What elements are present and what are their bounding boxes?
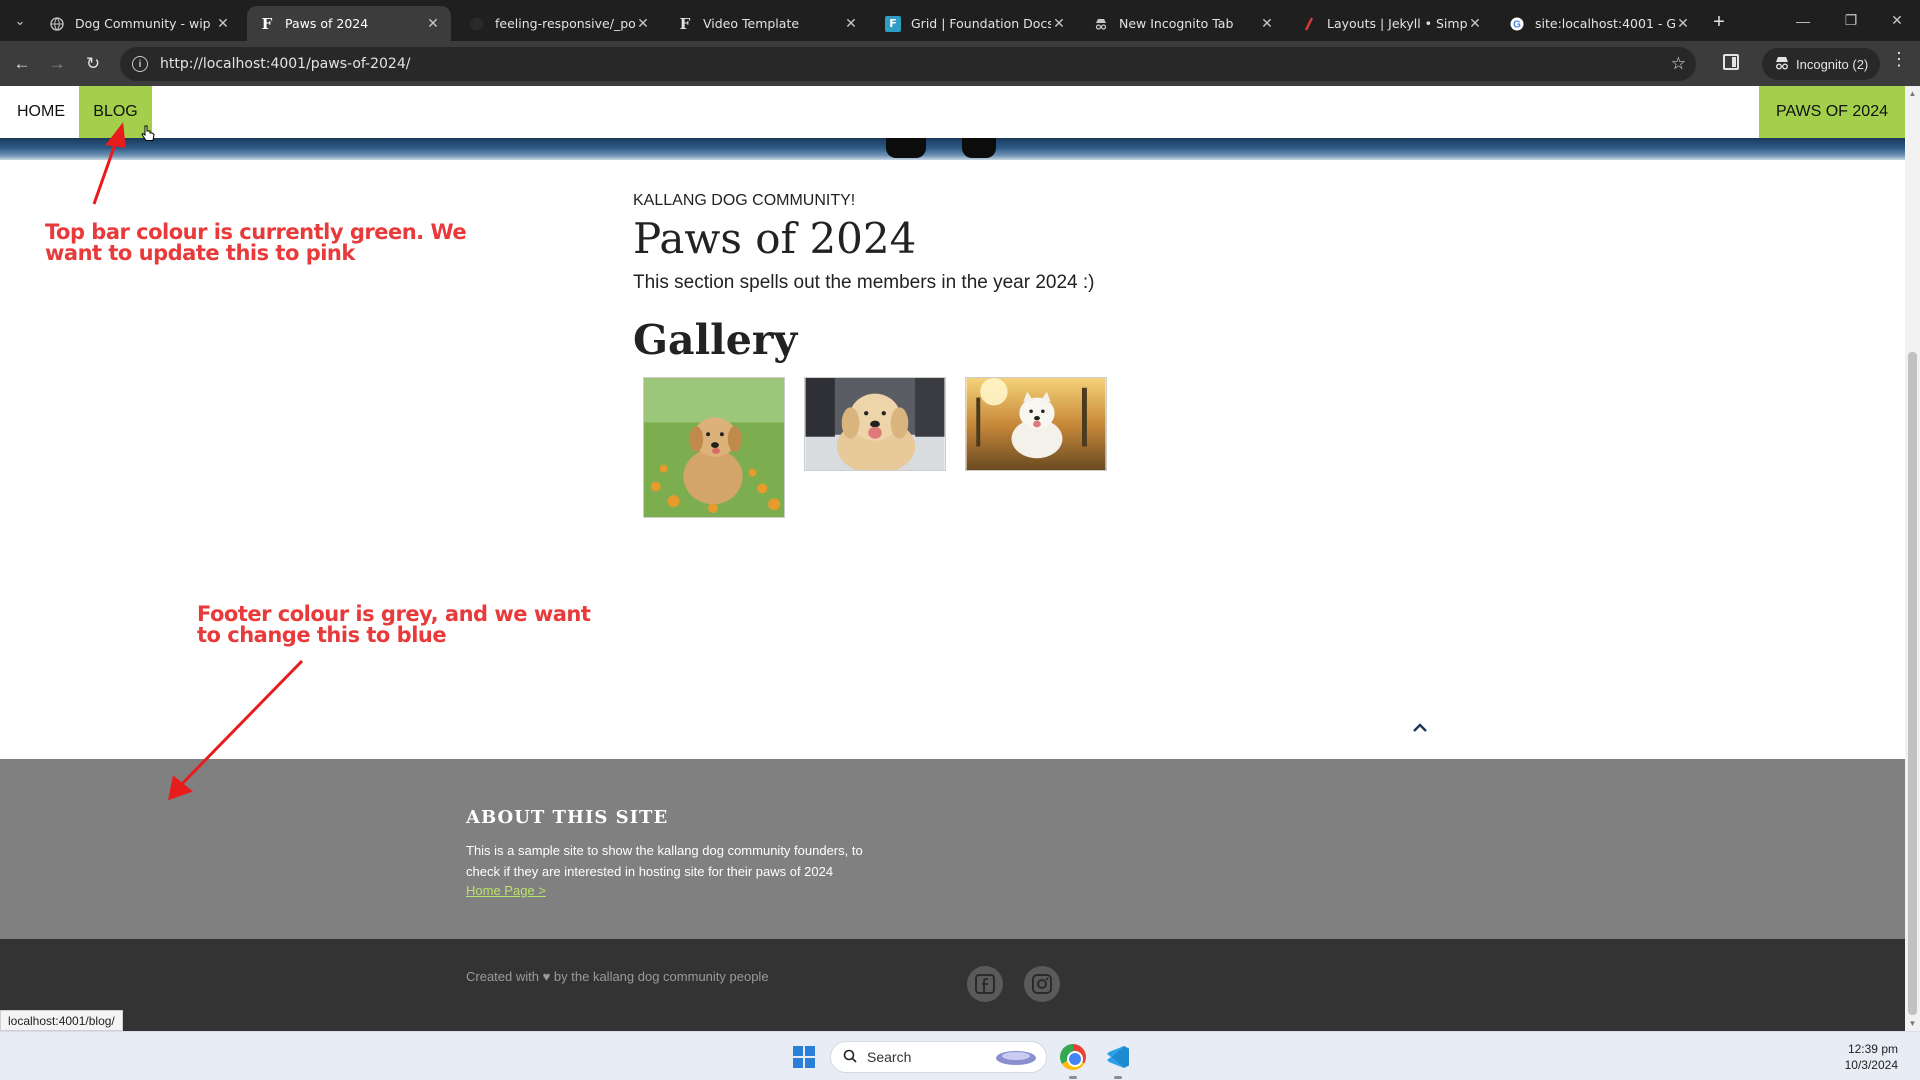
windows-start-icon[interactable]: [793, 1046, 815, 1068]
footer-home-page-link[interactable]: Home Page >: [466, 883, 546, 898]
tab-title: Paws of 2024: [285, 16, 369, 31]
tab-github-posts[interactable]: feeling-responsive/_posts ✕: [457, 6, 661, 41]
annotation-footer-line1: Footer colour is grey, and we want: [197, 602, 591, 626]
close-window-icon[interactable]: ✕: [1874, 0, 1920, 41]
gallery-image-puppy[interactable]: [643, 377, 785, 518]
page-lead: This section spells out the members in t…: [633, 272, 1095, 293]
tab-title: New Incognito Tab: [1119, 16, 1234, 31]
tab-title: Grid | Foundation Docs: [911, 16, 1051, 31]
tab-jekyll-layouts[interactable]: Layouts | Jekyll • Simple, b ✕: [1289, 6, 1493, 41]
browser-menu-icon[interactable]: ⋮: [1890, 49, 1908, 70]
search-icon: [843, 1049, 857, 1066]
back-icon[interactable]: ←: [6, 48, 38, 80]
search-highlight-icon: [994, 1046, 1038, 1069]
gallery-heading: Gallery: [633, 316, 798, 364]
new-tab-button[interactable]: +: [1705, 8, 1733, 36]
clock-date: 10/3/2024: [1844, 1058, 1898, 1072]
foundation-docs-icon: F: [885, 15, 901, 32]
globe-icon: [49, 16, 65, 32]
tab-title: feeling-responsive/_posts: [495, 16, 635, 31]
bookmark-star-icon[interactable]: ☆: [1671, 54, 1686, 74]
clock-time: 12:39 pm: [1847, 1042, 1898, 1056]
svg-text:G: G: [1513, 19, 1521, 30]
nav-home-link[interactable]: HOME: [17, 86, 65, 138]
page-kicker: KALLANG DOG COMMUNITY!: [633, 192, 856, 209]
nav-site-title[interactable]: PAWS OF 2024: [1758, 86, 1905, 138]
status-bar-url: localhost:4001/blog/: [0, 1010, 123, 1031]
tab-close-icon[interactable]: ✕: [1051, 16, 1067, 32]
hero-dog-silhouette: [886, 138, 996, 158]
site-info-icon[interactable]: i: [132, 56, 148, 72]
windows-taskbar: Search 12:39 pm 10/3/2024: [0, 1031, 1920, 1080]
jekyll-icon: [1301, 16, 1317, 32]
page-viewport: HOME BLOG PAWS OF 2024 KALLANG DOG COMMU…: [0, 86, 1905, 1031]
tab-close-icon[interactable]: ✕: [1467, 16, 1483, 32]
minimize-icon[interactable]: —: [1780, 0, 1826, 41]
footer-about-heading: ABOUT THIS SITE: [466, 807, 669, 828]
tab-paws-of-2024[interactable]: F Paws of 2024 ✕: [247, 6, 451, 41]
side-panel-icon[interactable]: [1723, 54, 1739, 70]
forward-icon[interactable]: →: [41, 48, 73, 80]
tab-strip: ⌄ Dog Community - wip | Sl ✕ F Paws of 2…: [0, 0, 1920, 41]
tab-search-button[interactable]: ⌄: [7, 8, 33, 34]
system-clock[interactable]: 12:39 pm 10/3/2024: [1845, 1041, 1898, 1073]
footer-about-text: This is a sample site to show the kallan…: [466, 843, 863, 879]
tab-title: Video Template: [703, 16, 800, 31]
scroll-up-icon[interactable]: ▲: [1908, 89, 1917, 98]
foundation-f-icon: F: [679, 14, 691, 33]
chrome-active-indicator: [1069, 1076, 1077, 1079]
tab-close-icon[interactable]: ✕: [1675, 16, 1691, 32]
tab-close-icon[interactable]: ✕: [1259, 16, 1275, 32]
browser-toolbar: ← → ↻ i http://localhost:4001/paws-of-20…: [0, 41, 1920, 86]
tab-title: site:localhost:4001 - Goog: [1535, 16, 1675, 31]
taskbar-search-placeholder: Search: [867, 1049, 912, 1065]
annotation-top-bar: Top bar colour is currently green. We wa…: [45, 220, 467, 265]
tab-google-search[interactable]: G site:localhost:4001 - Goog ✕: [1497, 6, 1701, 41]
incognito-label: Incognito (2): [1796, 56, 1869, 72]
tab-close-icon[interactable]: ✕: [215, 16, 231, 32]
annotation-footer: Footer colour is grey, and we want to ch…: [197, 602, 591, 647]
tab-close-icon[interactable]: ✕: [843, 16, 859, 32]
taskbar-search[interactable]: Search: [830, 1041, 1047, 1073]
tab-close-icon[interactable]: ✕: [425, 16, 441, 32]
google-icon: G: [1509, 16, 1525, 32]
gallery-image-samoyed[interactable]: [965, 377, 1107, 471]
facebook-icon[interactable]: [967, 966, 1003, 1002]
tab-title: Dog Community - wip | Sl: [75, 16, 215, 31]
footer-main: ABOUT THIS SITE This is a sample site to…: [0, 759, 1905, 939]
back-to-top-icon[interactable]: [1410, 720, 1430, 736]
tab-new-incognito[interactable]: New Incognito Tab ✕: [1081, 6, 1285, 41]
incognito-icon: [1774, 56, 1790, 73]
tab-video-template[interactable]: F Video Template ✕: [665, 6, 869, 41]
tab-close-icon[interactable]: ✕: [635, 16, 651, 32]
footer-bottom: [0, 939, 1905, 1031]
instagram-icon[interactable]: [1024, 966, 1060, 1002]
address-bar[interactable]: i http://localhost:4001/paws-of-2024/ ☆: [120, 47, 1696, 81]
tab-dog-community[interactable]: Dog Community - wip | Sl ✕: [37, 6, 241, 41]
reload-icon[interactable]: ↻: [77, 48, 109, 80]
annotation-footer-line2: to change this to blue: [197, 623, 447, 647]
incognito-profile-button[interactable]: Incognito (2): [1762, 48, 1881, 80]
vscode-taskbar-icon[interactable]: [1105, 1044, 1131, 1070]
hand-cursor-icon: [141, 125, 155, 141]
chrome-taskbar-icon[interactable]: [1060, 1044, 1086, 1070]
foundation-f-icon: F: [261, 14, 273, 33]
restore-icon[interactable]: ❐: [1828, 0, 1874, 41]
top-bar: HOME BLOG PAWS OF 2024: [0, 86, 1905, 138]
github-icon: [469, 16, 485, 32]
footer-credit: Created with ♥ by the kallang dog commun…: [466, 969, 769, 984]
tab-title: Layouts | Jekyll • Simple, b: [1327, 16, 1467, 31]
incognito-icon: [1093, 16, 1109, 32]
annotation-top-bar-line1: Top bar colour is currently green. We: [45, 220, 467, 244]
page-scrollbar[interactable]: ▲ ▼: [1905, 86, 1920, 1031]
tab-grid-foundation-docs[interactable]: F Grid | Foundation Docs ✕: [873, 6, 1077, 41]
url-text: http://localhost:4001/paws-of-2024/: [160, 56, 411, 72]
vscode-active-indicator: [1114, 1076, 1122, 1079]
annotation-top-bar-line2: want to update this to pink: [45, 241, 355, 265]
scroll-down-icon[interactable]: ▼: [1908, 1019, 1917, 1028]
page-title: Paws of 2024: [633, 214, 917, 263]
gallery-image-golden-retriever[interactable]: [804, 377, 946, 471]
scrollbar-thumb[interactable]: [1908, 352, 1917, 1015]
